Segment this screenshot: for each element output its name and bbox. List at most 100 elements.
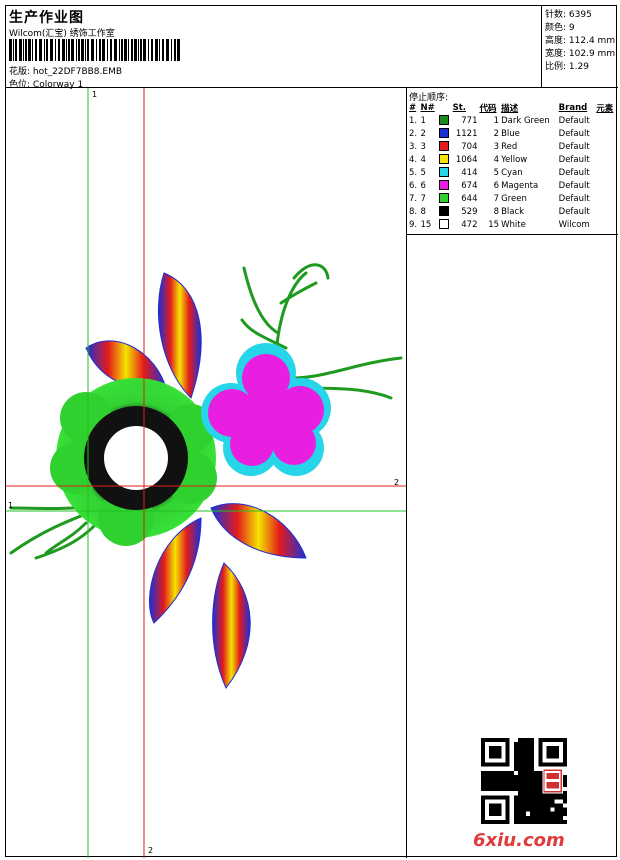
qr-module — [562, 783, 567, 788]
qr-module — [521, 754, 527, 759]
qr-module — [526, 787, 531, 792]
qr-module — [513, 819, 518, 824]
qr-module — [530, 774, 535, 779]
guide-label-h2: 2 — [394, 478, 400, 487]
qr-module — [530, 783, 535, 788]
qr-module — [554, 795, 559, 800]
row-needle: 6 — [420, 180, 426, 191]
barcode-bar — [68, 39, 70, 61]
embroidery-preview — [6, 88, 406, 858]
qr-module — [538, 799, 543, 804]
row-element — [595, 153, 617, 166]
qr-module — [509, 770, 514, 775]
design-canvas[interactable]: 1 2 1 2 — [6, 88, 407, 858]
qr-module — [521, 811, 527, 816]
col-header-element: 元素 — [596, 103, 614, 114]
row-index: 5. — [409, 167, 418, 178]
qr-module — [521, 774, 527, 779]
row-code: 7 — [493, 193, 500, 204]
barcode-bar — [131, 39, 133, 61]
stat-value: 1.29 — [568, 62, 589, 72]
row-brand: Default — [558, 128, 590, 139]
color-swatch — [438, 180, 449, 191]
qr-module — [513, 787, 518, 792]
table-row[interactable]: 5. 5 414 5 Cyan Default — [408, 166, 617, 179]
watermark-suffix: .com — [516, 830, 565, 851]
barcode-bar — [9, 39, 12, 61]
qr-module — [562, 799, 567, 804]
table-row[interactable]: 1. 1 771 1 Dark Green Default — [408, 114, 617, 127]
row-brand: Default — [558, 167, 590, 178]
stat-colors: 颜色: 9 — [545, 20, 575, 33]
qr-module — [526, 742, 531, 747]
qr-module — [497, 770, 502, 775]
stat-width: 宽度: 102.9 mm — [545, 46, 615, 59]
qr-module — [521, 791, 527, 796]
col-header-desc: 描述 — [501, 103, 519, 114]
qr-module — [554, 819, 559, 824]
stat-scale: 比例: 1.29 — [545, 59, 589, 72]
color-swatch — [438, 193, 449, 204]
barcode-bar — [166, 39, 169, 61]
row-swatch — [438, 140, 452, 153]
qr-module — [550, 815, 555, 820]
table-row[interactable]: 8. 8 529 8 Black Default — [408, 205, 617, 218]
table-row[interactable]: 6. 6 674 6 Magenta Default — [408, 179, 617, 192]
table-row[interactable]: 7. 7 644 7 Green Default — [408, 192, 617, 205]
qr-module — [530, 807, 535, 812]
row-description: Blue — [501, 128, 520, 139]
qr-module — [517, 750, 522, 755]
qr-module — [538, 819, 543, 824]
table-row[interactable]: 3. 3 704 3 Red Default — [408, 140, 617, 153]
barcode-bar — [148, 39, 149, 61]
qr-module — [521, 799, 527, 804]
qr-module — [558, 811, 563, 816]
barcode-bar — [55, 39, 56, 61]
qr-module — [530, 815, 535, 820]
barcode-bar — [76, 39, 77, 61]
row-swatch — [438, 179, 452, 192]
qr-code — [481, 738, 567, 824]
qr-module — [558, 815, 563, 820]
row-stitches: 771 — [461, 115, 478, 126]
row-code: 6 — [493, 180, 500, 191]
row-code: 4 — [493, 154, 500, 165]
row-brand: Default — [558, 206, 590, 217]
qr-module — [489, 783, 494, 788]
color-swatch — [438, 115, 449, 126]
qr-module — [526, 754, 531, 759]
row-element — [595, 114, 617, 127]
col-header-swatch — [438, 101, 452, 114]
qr-module — [513, 778, 518, 784]
barcode-bar — [110, 39, 112, 61]
barcode-bar — [87, 39, 89, 61]
qr-module — [526, 799, 531, 804]
stat-label: 高度: — [545, 36, 567, 46]
qr-module — [521, 762, 527, 767]
row-stitches: 674 — [461, 180, 478, 191]
barcode-bar — [171, 39, 172, 61]
table-row[interactable]: 4. 4 1064 4 Yellow Default — [408, 153, 617, 166]
table-row[interactable]: 2. 2 1121 2 Blue Default — [408, 127, 617, 140]
qr-module — [538, 795, 543, 800]
qr-module — [513, 783, 518, 788]
color-swatch — [438, 206, 449, 217]
table-row[interactable]: 9. 15 472 15 White Wilcom — [408, 218, 617, 231]
barcode-bar — [28, 39, 31, 61]
qr-module — [517, 738, 522, 743]
qr-module — [481, 787, 486, 792]
row-brand: Default — [558, 115, 590, 126]
qr-module — [521, 819, 527, 824]
color-swatch — [438, 167, 449, 178]
stat-height: 高度: 112.4 mm — [545, 33, 615, 46]
row-swatch — [438, 205, 452, 218]
row-stitches: 529 — [461, 206, 478, 217]
row-element — [595, 166, 617, 179]
qr-module — [530, 750, 535, 755]
qr-module — [485, 774, 490, 779]
qr-module — [546, 799, 551, 804]
guide-label-h1: 1 — [8, 501, 14, 510]
qr-module — [521, 803, 527, 808]
qr-module — [550, 803, 555, 808]
barcode-bar — [32, 39, 33, 61]
